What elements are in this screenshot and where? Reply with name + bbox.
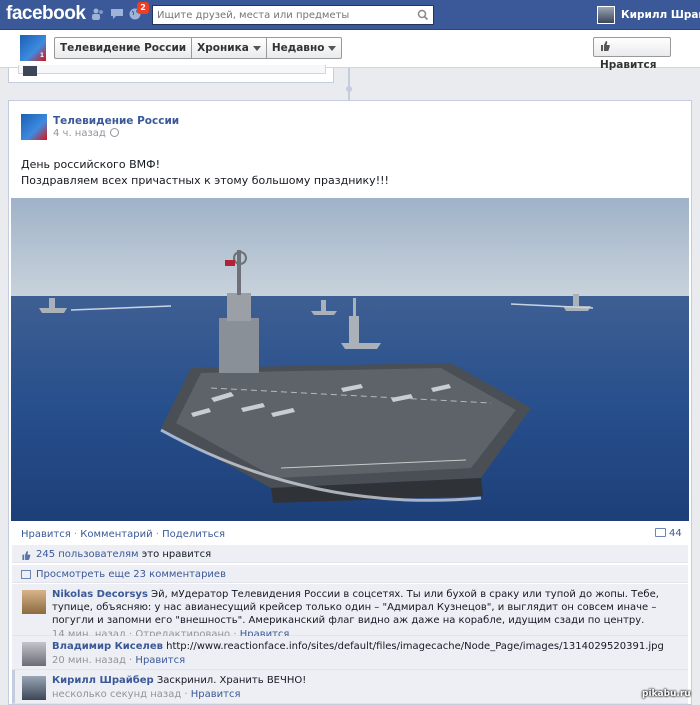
crumb-timeline-dropdown[interactable]: Хроника: [192, 38, 267, 58]
post-comment-link[interactable]: Комментарий: [80, 529, 152, 540]
comment-bubble-icon: [655, 528, 666, 537]
chevron-down-icon: [328, 45, 337, 51]
comment-link-text[interactable]: http://www.reactionface.info/sites/defau…: [163, 641, 664, 652]
avatar: [23, 66, 37, 76]
post-text-line: День российского ВМФ!: [21, 158, 160, 171]
chevron-down-icon: [252, 45, 261, 51]
comment-like-link[interactable]: Нравится: [135, 655, 185, 666]
likes-summary: 245 пользователям это нравится: [12, 544, 688, 563]
view-more-comments-link[interactable]: Просмотреть еще 23 комментариев: [36, 569, 226, 580]
search-icon[interactable]: [415, 8, 431, 22]
post-meta: 4 ч. назад: [53, 128, 119, 139]
like-thumb-icon: [600, 39, 610, 51]
page-header: 1 Телевидение России Хроника Недавно Нра…: [0, 30, 700, 71]
avatar[interactable]: [22, 676, 46, 700]
post-card: Телевидение России 4 ч. назад День росси…: [8, 100, 692, 705]
post-like-link[interactable]: Нравится: [21, 529, 71, 540]
comment-time[interactable]: 20 мин. назад: [52, 655, 126, 666]
post-photo-aircraft-carrier[interactable]: [11, 198, 689, 521]
post-actions: Нравится · Комментарий · Поделиться: [21, 529, 225, 540]
crumb-page-name[interactable]: Телевидение России: [55, 38, 193, 58]
previous-post-fragment: [8, 65, 334, 83]
comment-author[interactable]: Кирилл Шрайбер: [52, 675, 154, 686]
comment: Nikolas Decorsys Эй, мУдератор Телевиден…: [12, 584, 688, 640]
comments-icon: [21, 570, 31, 579]
timeline-spine: [348, 68, 350, 100]
comment-count[interactable]: 44: [655, 528, 682, 539]
post-text-line: Поздравляем всех причастных к этому боль…: [21, 174, 389, 187]
comment-time[interactable]: несколько секунд назад: [52, 689, 181, 700]
top-bar: facebook 2 Кирилл Шрайбер: [0, 0, 700, 30]
globe-icon: [109, 128, 119, 137]
breadcrumb: Телевидение России Хроника Недавно: [54, 37, 343, 59]
likes-text: это нравится: [138, 549, 212, 560]
friends-icon[interactable]: [91, 8, 105, 20]
search-box: [152, 5, 434, 25]
likes-count-link[interactable]: 245 пользователям: [36, 549, 139, 560]
comment-text: Заскринил. Хранить ВЕЧНО!: [153, 675, 307, 686]
separator: ·: [73, 529, 78, 540]
comment-author[interactable]: Владимир Киселев: [52, 641, 163, 652]
avatar[interactable]: [22, 642, 46, 666]
facebook-logo[interactable]: facebook: [6, 3, 86, 25]
messages-icon[interactable]: [110, 8, 124, 20]
avatar: [597, 6, 615, 24]
view-more-comments[interactable]: Просмотреть еще 23 комментариев: [12, 564, 688, 583]
search-input[interactable]: [153, 6, 408, 24]
post-author[interactable]: Телевидение России: [53, 115, 179, 127]
page-avatar[interactable]: 1: [20, 35, 46, 61]
comment-author[interactable]: Nikolas Decorsys: [52, 589, 148, 600]
post-time[interactable]: 4 ч. назад: [53, 128, 106, 139]
like-thumb-icon: [21, 550, 31, 560]
post-author-avatar[interactable]: [21, 114, 47, 140]
comment-like-link[interactable]: Нравится: [191, 689, 241, 700]
user-name: Кирилл Шрайбер: [621, 9, 700, 21]
comment: Кирилл Шрайбер Заскринил. Хранить ВЕЧНО!…: [12, 670, 688, 704]
avatar[interactable]: [22, 590, 46, 614]
post-share-link[interactable]: Поделиться: [162, 529, 225, 540]
watermark: pikabu.ru: [642, 689, 691, 699]
comment: Владимир Киселев http://www.reactionface…: [12, 636, 688, 670]
notifications-badge[interactable]: 2: [137, 2, 149, 14]
previous-comment-box: [18, 65, 326, 74]
post-text: День российского ВМФ! Поздравляем всех п…: [21, 157, 661, 189]
like-page-button[interactable]: Нравится: [593, 37, 671, 71]
separator: ·: [155, 529, 159, 540]
crumb-recent-dropdown[interactable]: Недавно: [267, 38, 342, 58]
timeline-dot: [346, 86, 352, 92]
